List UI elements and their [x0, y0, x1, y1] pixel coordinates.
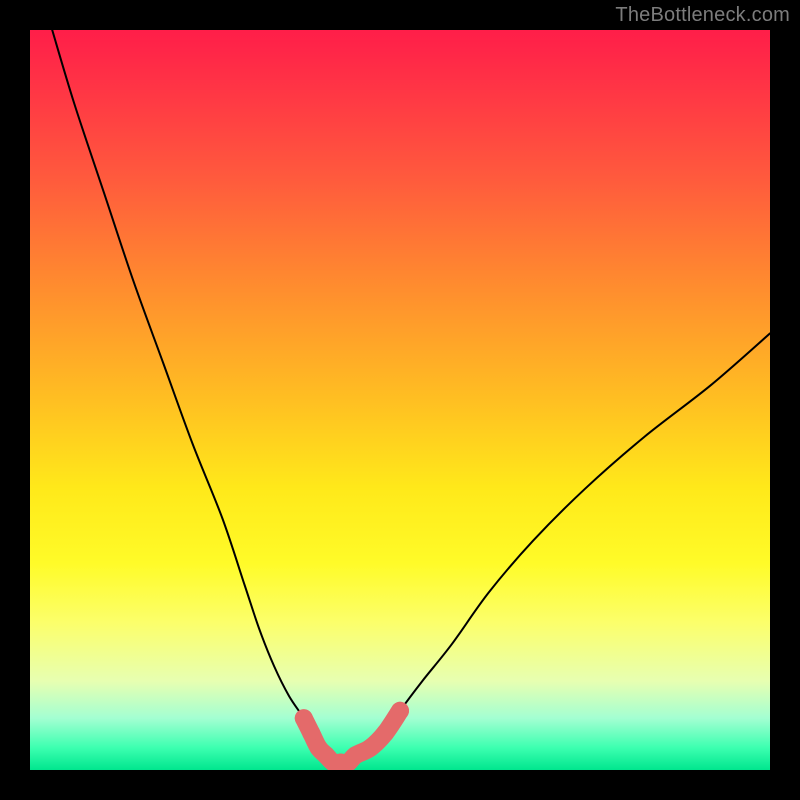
- watermark-text: TheBottleneck.com: [615, 4, 790, 27]
- chart-svg: [30, 30, 770, 770]
- bottleneck-curve-line: [52, 30, 770, 763]
- near-optimum-marker: [391, 702, 409, 720]
- chart-stage: TheBottleneck.com: [0, 0, 800, 800]
- near-optimum-markers: [295, 702, 409, 770]
- plot-area: [30, 30, 770, 770]
- near-optimum-marker: [376, 724, 394, 742]
- near-optimum-marker: [361, 739, 379, 757]
